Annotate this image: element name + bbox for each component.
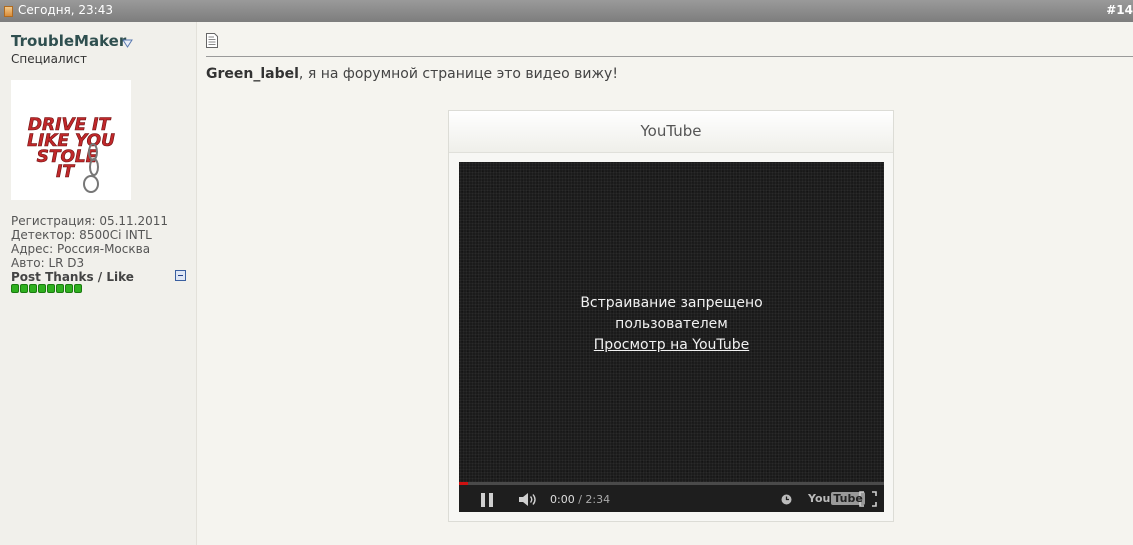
reputation-pip [29,284,37,293]
post-status-icon [4,6,13,17]
youtube-logo-you: You [808,492,831,505]
avatar-image: DRIVE IT LIKE YOU STOLE IT [11,80,131,200]
post-thanks-label: Post Thanks / Like [11,270,134,284]
collapse-toggle-icon[interactable] [175,270,186,281]
document-icon [206,33,218,48]
video-player[interactable]: Встраивание запрещено пользователем Прос… [459,162,884,512]
watch-on-youtube-link[interactable]: Просмотр на YouTube [594,337,749,353]
address-info: Адрес: Россия-Москва [11,242,151,256]
embed-disabled-line2: пользователем [615,316,728,332]
reputation-pip [56,284,64,293]
post-date: Сегодня, 23:43 [18,3,113,17]
username-link[interactable]: TroubleMaker [11,32,126,50]
user-details: Регистрация: 05.11.2011 Детектор: 8500Ci… [11,214,168,270]
reputation-pip [11,284,19,293]
reputation-pip [47,284,55,293]
detector-info: Детектор: 8500Ci INTL [11,228,152,242]
duration: 2:34 [585,493,611,506]
svg-text:IT: IT [56,162,75,182]
user-title: Специалист [11,52,87,66]
pause-button[interactable] [481,493,494,507]
reputation-bar [11,284,82,293]
message-text: , я на форумной странице это видео вижу! [298,66,618,82]
video-controls: 0:00 / 2:34 You Tube [459,485,884,512]
watch-later-clock-icon[interactable] [781,494,792,505]
quoted-username: Green_label [206,66,299,82]
time-separator: / [574,493,586,506]
avatar[interactable]: DRIVE IT LIKE YOU STOLE IT [11,80,131,200]
reputation-pip [65,284,73,293]
user-info-sidebar: TroubleMaker Специалист DRIVE IT LIKE YO… [0,22,197,545]
registration-date: Регистрация: 05.11.2011 [11,214,169,228]
youtube-embed-box: YouTube Встраивание запрещено пользовате… [448,110,894,522]
video-time: 0:00 / 2:34 [550,493,610,506]
post-content: Green_label, я на форумной странице это … [206,22,1133,545]
post-divider [206,56,1133,57]
youtube-embed-header: YouTube [449,111,893,153]
reputation-pip [38,284,46,293]
user-menu-arrow-icon[interactable] [122,38,133,49]
volume-icon[interactable] [518,492,538,507]
reputation-pip [20,284,28,293]
reputation-pip [74,284,82,293]
embed-disabled-line1: Встраивание запрещено [580,295,763,311]
embed-disabled-message: Встраивание запрещено пользователем Прос… [459,293,884,356]
youtube-embed-title: YouTube [640,122,702,140]
youtube-logo[interactable]: You Tube [808,492,865,505]
post-number-link[interactable]: #14 [1106,3,1133,17]
post-header-bar: Сегодня, 23:43 #14 [0,0,1133,22]
post-message: Green_label, я на форумной странице это … [206,66,618,82]
current-time: 0:00 [550,493,575,506]
fullscreen-icon[interactable] [859,491,877,507]
auto-info: Авто: LR D3 [11,256,85,270]
